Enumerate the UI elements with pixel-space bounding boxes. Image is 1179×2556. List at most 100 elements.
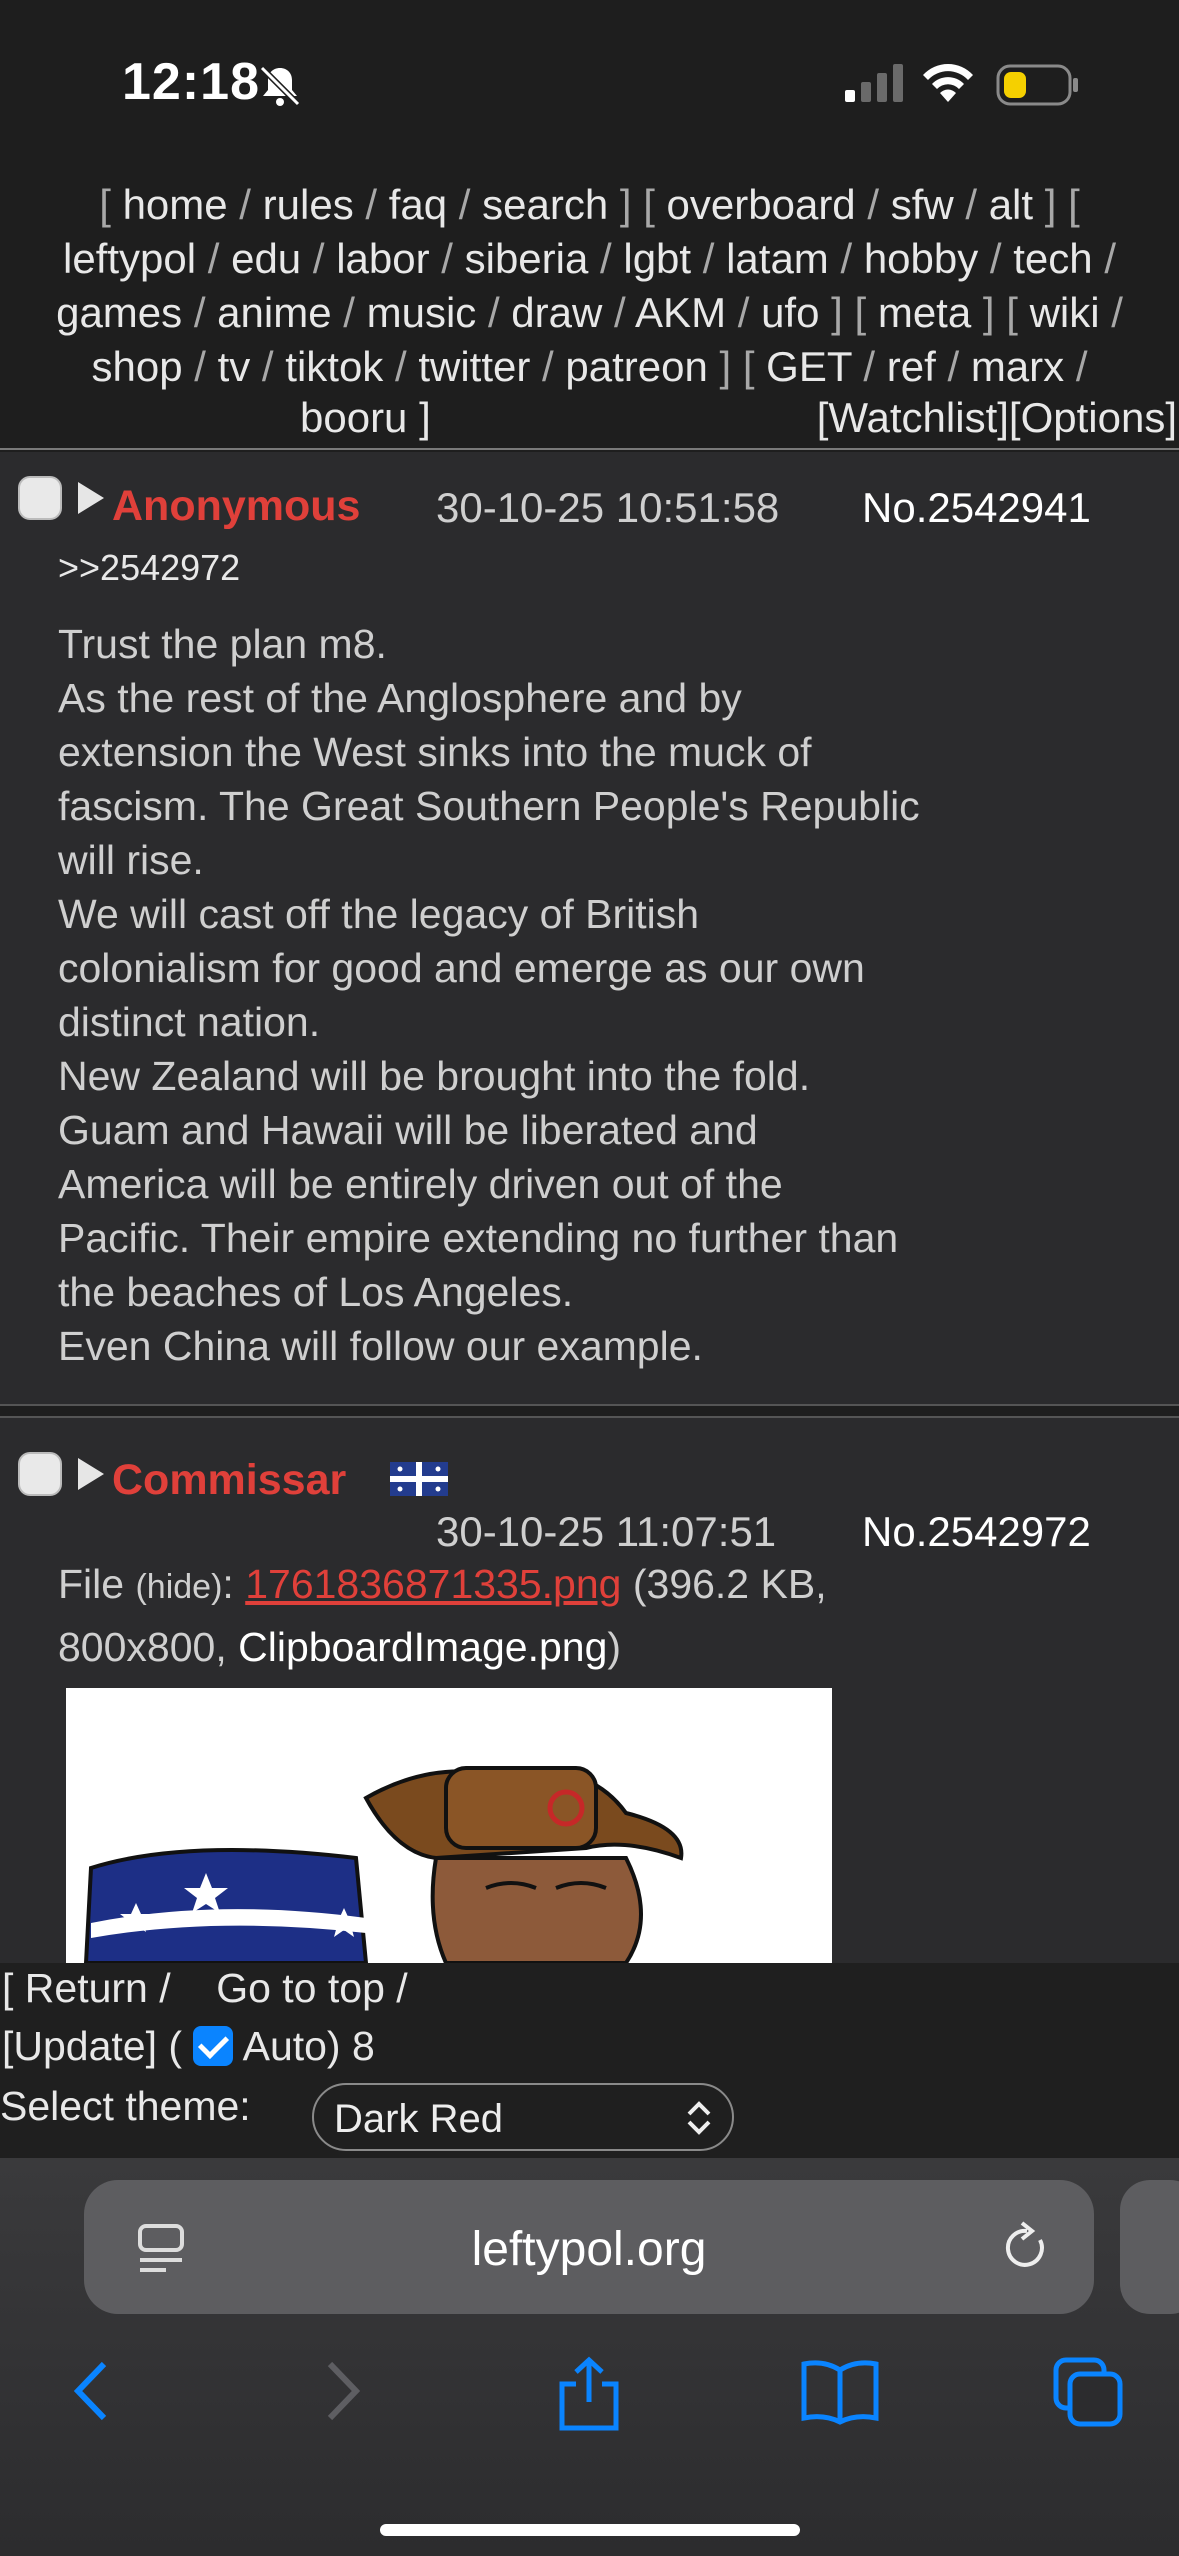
nav-separator: / (429, 235, 465, 282)
browser-toolbar: leftypol.org (0, 2158, 1179, 2556)
nav-link-akm[interactable]: AKM (635, 289, 726, 336)
nav-separator: / (476, 289, 512, 336)
nav-link-lgbt[interactable]: lgbt (623, 235, 691, 282)
nav-link-draw[interactable]: draw (511, 289, 602, 336)
nav-link-leftypol[interactable]: leftypol (63, 235, 196, 282)
post-image-thumbnail[interactable] (66, 1688, 832, 1963)
post-number[interactable]: No.2542972 (862, 1508, 1091, 1556)
post-select-checkbox[interactable] (18, 476, 62, 520)
nav-link-siberia[interactable]: siberia (465, 235, 589, 282)
post-date: 30-10-25 10:51:58 (436, 484, 780, 531)
post-select-checkbox[interactable] (18, 1452, 62, 1496)
tabs-icon[interactable] (1052, 2356, 1124, 2433)
update-button[interactable]: [Update] ( (2, 2023, 182, 2069)
url-text: leftypol.org (471, 2223, 707, 2276)
nav-separator: / (691, 235, 727, 282)
nav-separator: / (828, 235, 864, 282)
nav-link-search[interactable]: search (482, 181, 608, 228)
nav-link-sfw[interactable]: sfw (891, 181, 954, 228)
nav-link-patreon[interactable]: patreon (565, 343, 707, 390)
post-date: 30-10-25 11:07:51 (436, 1508, 777, 1555)
thread-footer: [ Return / Go to top / [Update] ( Auto) … (0, 1963, 1179, 2158)
bookmarks-icon[interactable] (800, 2356, 880, 2431)
post-body-line: We will cast off the legacy of British (58, 891, 700, 937)
post-body-line: Even China will follow our example. (58, 1323, 703, 1369)
nav-separator: ] [ (971, 289, 1030, 336)
reply-post: Commissar 30-10-25 11:07:51 No.2542972 F… (0, 1418, 1179, 1963)
nav-link-twitter[interactable]: twitter (418, 343, 530, 390)
nav-separator: / (182, 343, 218, 390)
nav-separator: ] [ (1033, 181, 1080, 228)
nav-link-tech[interactable]: tech (1013, 235, 1092, 282)
nav-separator: / (855, 181, 891, 228)
reload-icon[interactable] (1000, 2218, 1054, 2281)
nav-link-games[interactable]: games (56, 289, 182, 336)
post-expand-triangle-icon[interactable] (78, 482, 104, 514)
post-body-line: extension the West sinks into the muck o… (58, 729, 812, 775)
post-backlink[interactable]: >>2542972 (58, 547, 240, 589)
nav-link-latam[interactable]: latam (726, 235, 829, 282)
next-tab-preview[interactable] (1120, 2180, 1179, 2314)
nav-link-music[interactable]: music (367, 289, 477, 336)
file-name-link[interactable]: 1761836871335.png (245, 1561, 621, 1607)
nav-link-tv[interactable]: tv (218, 343, 251, 390)
hide-file-link[interactable]: (hide) (135, 1568, 222, 1606)
board-navigation: [ home / rules / faq / search ] [ overbo… (0, 178, 1179, 394)
nav-link-edu[interactable]: edu (231, 235, 301, 282)
nav-separator: / (331, 289, 367, 336)
nav-separator: / (1064, 343, 1088, 390)
nav-link-ufo[interactable]: ufo (761, 289, 819, 336)
nav-link-booru[interactable]: booru ] (300, 394, 431, 442)
post-body-line: Pacific. Their empire extending no furth… (58, 1215, 899, 1261)
post-expand-triangle-icon[interactable] (78, 1458, 104, 1490)
nav-separator: / (726, 289, 762, 336)
wifi-icon (920, 62, 976, 109)
nav-separator: / (602, 289, 636, 336)
board-navigation-row: games / anime / music / draw / AKM / ufo… (0, 286, 1179, 340)
back-icon[interactable] (62, 2356, 122, 2431)
nav-link-hobby[interactable]: hobby (864, 235, 978, 282)
post-body-line: New Zealand will be brought into the fol… (58, 1053, 811, 1099)
update-row: [Update] ( Auto) 8 (2, 2023, 375, 2070)
silent-mode-icon (256, 64, 304, 113)
nav-link-overboard[interactable]: overboard (667, 181, 856, 228)
nav-link-home[interactable]: home (123, 181, 228, 228)
nav-link-labor[interactable]: labor (336, 235, 429, 282)
nav-link-tiktok[interactable]: tiktok (285, 343, 383, 390)
nav-link-ref[interactable]: ref (887, 343, 936, 390)
nav-link-rules[interactable]: rules (263, 181, 354, 228)
nav-link-get[interactable]: GET (766, 343, 852, 390)
footer-links: [ Return / Go to top / (2, 1965, 408, 2012)
nav-separator: ] [ (707, 343, 767, 390)
nav-link-shop[interactable]: shop (92, 343, 183, 390)
return-link[interactable]: [ Return / (2, 1965, 171, 2011)
theme-select[interactable]: Dark Red (312, 2083, 734, 2151)
nav-separator: / (182, 289, 218, 336)
post-body-line: As the rest of the Anglosphere and by (58, 675, 742, 721)
nav-link-faq[interactable]: faq (389, 181, 447, 228)
forward-icon[interactable] (312, 2356, 372, 2431)
nav-separator: / (978, 235, 1014, 282)
go-to-top-link[interactable]: Go to top / (216, 1965, 407, 2011)
nav-separator: / (953, 181, 989, 228)
nav-separator: / (1092, 235, 1116, 282)
post-body-line: distinct nation. (58, 999, 321, 1045)
auto-update-checkbox[interactable] (193, 2026, 234, 2066)
share-icon[interactable] (554, 2356, 624, 2437)
nav-link-anime[interactable]: anime (217, 289, 331, 336)
nav-separator: ] [ (819, 289, 878, 336)
watchlist-options-links[interactable]: [Watchlist][Options] (817, 394, 1177, 442)
address-bar[interactable]: leftypol.org (84, 2180, 1094, 2314)
nav-link-marx[interactable]: marx (971, 343, 1064, 390)
nav-link-alt[interactable]: alt (989, 181, 1033, 228)
cellular-signal-icon (845, 62, 907, 107)
nav-link-wiki[interactable]: wiki (1030, 289, 1100, 336)
nav-link-meta[interactable]: meta (878, 289, 971, 336)
nav-separator: / (301, 235, 337, 282)
nav-separator: / (1099, 289, 1123, 336)
reply-post: Anonymous 30-10-25 10:51:58 No.2542941 >… (0, 452, 1179, 1404)
post-number[interactable]: No.2542941 (862, 484, 1091, 532)
nav-separator: [ (99, 181, 123, 228)
nav-separator: ] [ (608, 181, 667, 228)
file-info-close: ) (607, 1624, 622, 1670)
